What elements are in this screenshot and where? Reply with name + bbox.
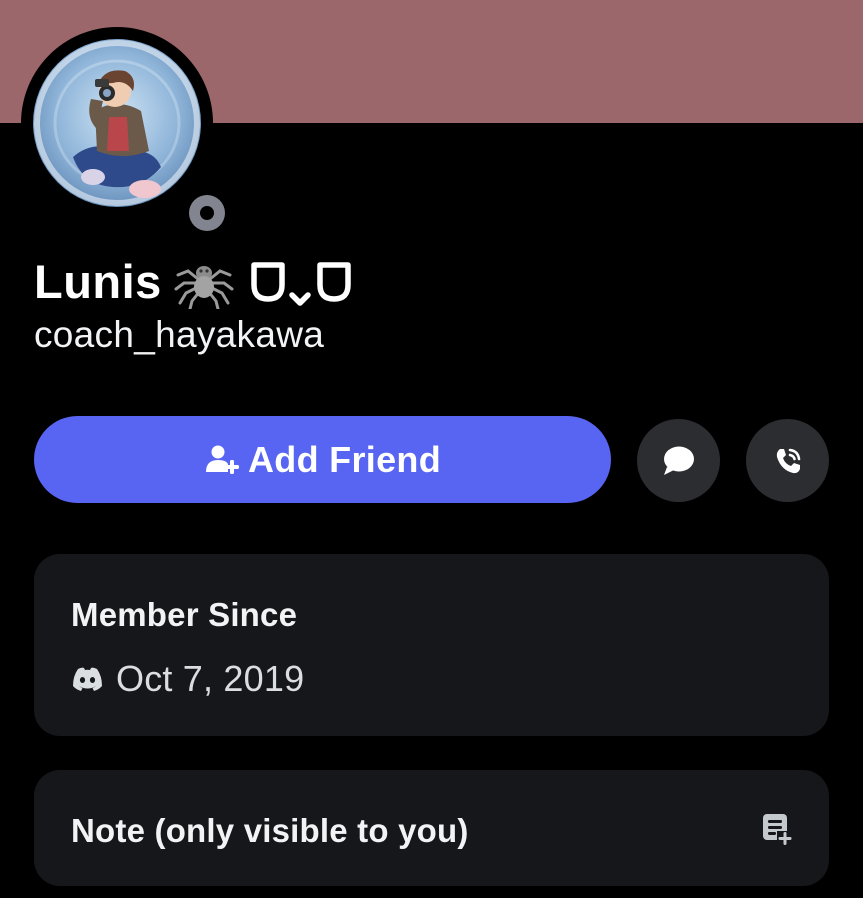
member-since-title: Member Since <box>71 596 298 633</box>
discord-logo-icon <box>73 667 102 691</box>
add-user-icon <box>206 445 239 474</box>
display-name-row: Lunis <box>34 250 358 312</box>
member-since-date: Oct 7, 2019 <box>116 658 305 699</box>
send-message-button[interactable] <box>637 419 720 502</box>
offline-status-icon <box>189 195 225 231</box>
note-title: Note (only visible to you) <box>71 812 469 849</box>
add-friend-label: Add Friend <box>248 438 441 480</box>
avatar-image <box>33 39 201 207</box>
member-since-card: Member Since Oct 7, 2019 <box>34 554 829 736</box>
display-name[interactable]: Lunis <box>34 258 162 305</box>
avatar-frame[interactable] <box>21 27 233 239</box>
phone-call-icon <box>776 448 800 473</box>
spider-icon <box>174 266 234 309</box>
voice-call-button[interactable] <box>746 419 829 502</box>
kaomoji-icon <box>251 262 351 306</box>
add-friend-button[interactable]: Add Friend <box>34 416 611 503</box>
username[interactable]: coach_hayakawa <box>34 316 324 353</box>
member-since-row: Oct 7, 2019 <box>71 658 304 700</box>
chat-bubble-icon <box>663 446 694 475</box>
edit-note-icon[interactable] <box>761 812 793 846</box>
note-card[interactable]: Note (only visible to you) <box>34 770 829 886</box>
status-indicator <box>181 187 233 239</box>
avatar[interactable] <box>33 39 201 207</box>
